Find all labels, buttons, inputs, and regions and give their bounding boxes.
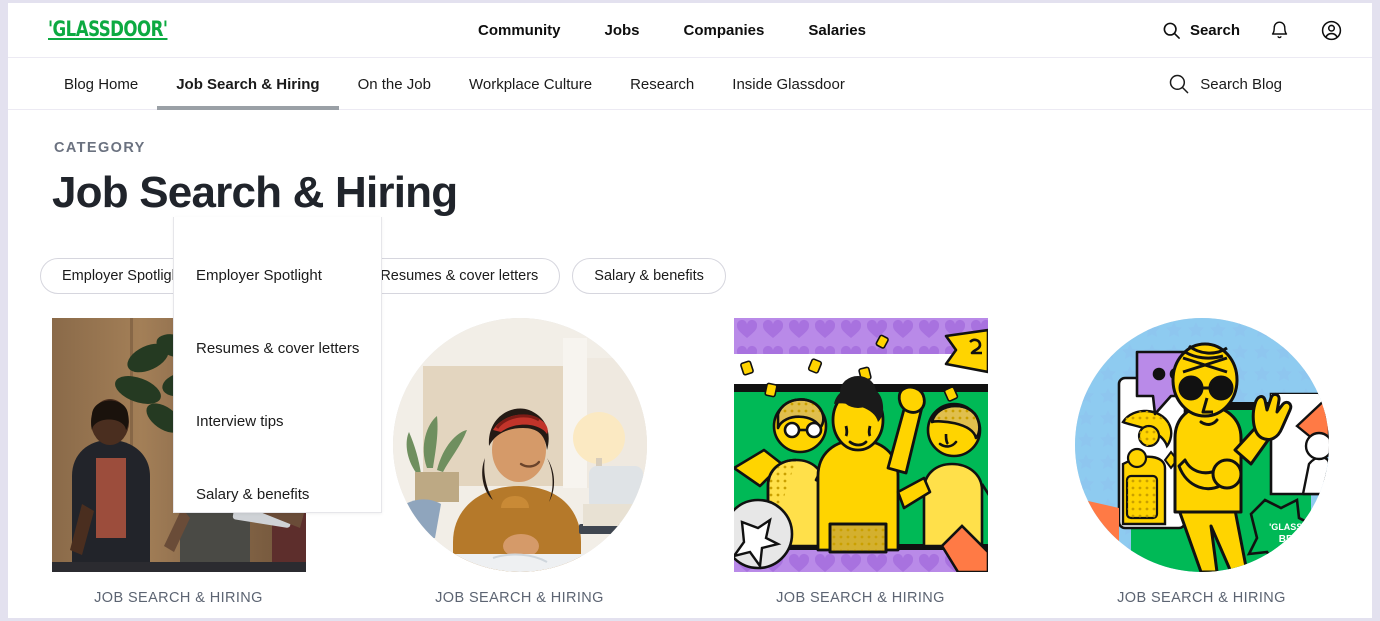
page-root: 'GLASSDOOR' Community Jobs Companies Sal… [8, 3, 1372, 618]
subnav-item-workplace-culture[interactable]: Workplace Culture [450, 58, 611, 110]
article-thumbnail-woman-smiling-at-desk [392, 318, 647, 572]
blog-nav-items: Blog Home Job Search & Hiring On the Job… [64, 58, 864, 110]
article-card-category: JOB SEARCH & HIRING [435, 590, 604, 606]
account-button[interactable] [1318, 18, 1344, 44]
article-card[interactable]: JOB SEARCH & HIRING [349, 318, 690, 606]
primary-nav-links: Community Jobs Companies Salaries [478, 3, 866, 58]
article-card-category: JOB SEARCH & HIRING [1117, 590, 1286, 606]
nav-link-companies[interactable]: Companies [684, 22, 765, 39]
subnav-item-research[interactable]: Research [611, 58, 713, 110]
blog-sub-navigation: Blog Home Job Search & Hiring On the Job… [8, 58, 1372, 110]
search-blog-button[interactable]: Search Blog [1168, 58, 1282, 110]
global-search-button[interactable]: Search [1162, 21, 1240, 40]
subnav-item-job-search-hiring[interactable]: Job Search & Hiring [157, 58, 339, 110]
notifications-button[interactable] [1266, 18, 1292, 44]
category-eyebrow: CATEGORY [54, 140, 146, 156]
article-card-category: JOB SEARCH & HIRING [776, 590, 945, 606]
search-icon [1168, 73, 1190, 95]
svg-text:'GLASSD: 'GLASSD [1269, 522, 1309, 532]
dropdown-item-resumes-cover-letters[interactable]: Resumes & cover letters [174, 312, 381, 385]
svg-text:T: T [1285, 546, 1291, 557]
subnav-item-blog-home[interactable]: Blog Home [64, 58, 157, 110]
article-thumbnail-illustration-person-waving: 'GLASSD BES T [1074, 318, 1329, 572]
bell-icon [1269, 20, 1290, 41]
global-search-label: Search [1189, 22, 1240, 39]
user-circle-icon [1320, 19, 1343, 42]
dropdown-item-salary-benefits[interactable]: Salary & benefits [174, 458, 381, 531]
article-card-category: JOB SEARCH & HIRING [94, 590, 263, 606]
top-navigation-bar: 'GLASSDOOR' Community Jobs Companies Sal… [8, 3, 1372, 58]
filter-pill-salary-benefits[interactable]: Salary & benefits [572, 258, 726, 294]
article-card[interactable]: JOB SEARCH & HIRING [690, 318, 1031, 606]
article-card[interactable]: 'GLASSD BES T JOB SEARCH & HIRING [1031, 318, 1372, 606]
subnav-item-inside-glassdoor[interactable]: Inside Glassdoor [713, 58, 864, 110]
nav-link-salaries[interactable]: Salaries [808, 22, 866, 39]
subnav-item-on-the-job[interactable]: On the Job [339, 58, 450, 110]
svg-text:BES: BES [1278, 534, 1299, 545]
glassdoor-logo[interactable]: 'GLASSDOOR' [48, 17, 168, 41]
category-filter-pills: Employer Spotlight Interview tips Resume… [40, 258, 726, 294]
page-title: Job Search & Hiring [52, 168, 458, 217]
dropdown-item-employer-spotlight[interactable]: Employer Spotlight [174, 239, 381, 312]
filter-pill-resumes-cover-letters[interactable]: Resumes & cover letters [358, 258, 561, 294]
search-icon [1162, 21, 1181, 40]
nav-link-community[interactable]: Community [478, 22, 561, 39]
top-nav-actions: Search [1162, 3, 1344, 58]
article-thumbnail-illustration-people-celebrating [733, 318, 988, 572]
nav-link-jobs[interactable]: Jobs [605, 22, 640, 39]
job-search-hiring-dropdown-menu: Employer Spotlight Resumes & cover lette… [173, 217, 382, 513]
search-blog-label: Search Blog [1200, 75, 1282, 93]
dropdown-item-interview-tips[interactable]: Interview tips [174, 385, 381, 458]
